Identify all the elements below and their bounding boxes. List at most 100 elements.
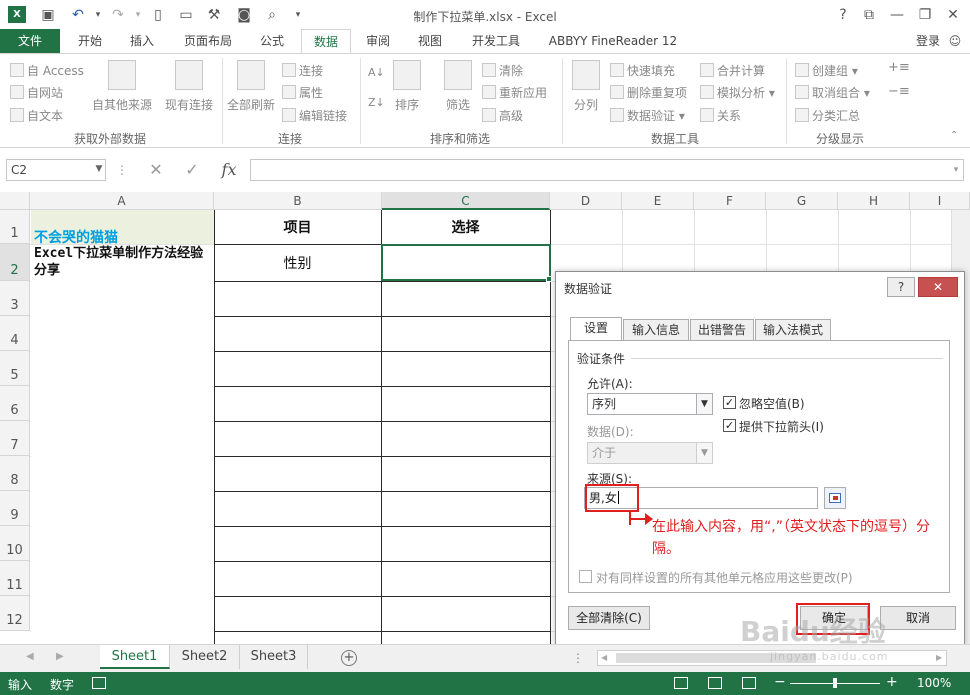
- dropdown-checkbox[interactable]: ✓: [723, 419, 736, 432]
- column-header[interactable]: C: [382, 192, 550, 210]
- cancel-entry-icon[interactable]: ✕: [145, 160, 167, 180]
- sort-descending-icon[interactable]: Z↓: [368, 96, 385, 109]
- connections-button[interactable]: 连接: [282, 62, 323, 79]
- flash-fill-button[interactable]: 快速填充: [610, 62, 675, 79]
- normal-view-icon[interactable]: [674, 677, 688, 689]
- tab-home[interactable]: 开始: [70, 29, 110, 53]
- apply-all-checkbox[interactable]: [579, 570, 592, 583]
- properties-button[interactable]: 属性: [282, 84, 323, 101]
- ungroup-button[interactable]: 取消组合 ▾: [795, 84, 870, 101]
- dialog-help-button[interactable]: ?: [887, 277, 915, 297]
- sheet-tab-sheet2[interactable]: Sheet2: [170, 645, 240, 669]
- tab-view[interactable]: 视图: [410, 29, 450, 53]
- sheet-tab-sheet1[interactable]: Sheet1: [100, 645, 170, 669]
- fill-handle[interactable]: [546, 276, 552, 282]
- redo-icon[interactable]: ↷: [108, 5, 128, 25]
- prev-sheet-icon[interactable]: ◀: [26, 651, 34, 662]
- relationships-button[interactable]: 关系: [700, 107, 741, 124]
- subtotal-button[interactable]: 分类汇总: [795, 107, 860, 124]
- name-box-dropdown-icon[interactable]: ▼: [92, 159, 106, 181]
- customize-toolbar-icon[interactable]: ▾: [288, 5, 308, 25]
- tab-input-message[interactable]: 输入信息: [623, 319, 689, 341]
- close-icon[interactable]: ✕: [942, 4, 964, 26]
- tab-abbyy[interactable]: ABBYY FineReader 12: [543, 29, 683, 53]
- dialog-close-button[interactable]: ✕: [918, 277, 958, 297]
- undo-icon[interactable]: ↶: [68, 5, 88, 25]
- ribbon-display-icon[interactable]: ⧉: [858, 4, 880, 26]
- filter-button[interactable]: 筛选: [440, 60, 476, 113]
- ignore-blank-checkbox[interactable]: ✓: [723, 396, 736, 409]
- macro-record-icon[interactable]: [92, 677, 106, 689]
- refresh-all-button[interactable]: 全部刷新: [226, 60, 276, 113]
- row-header[interactable]: 8: [0, 456, 30, 491]
- column-header[interactable]: I: [910, 192, 970, 210]
- minimize-icon[interactable]: —: [886, 4, 908, 26]
- from-text-button[interactable]: 自文本: [10, 107, 63, 124]
- zoom-slider-thumb[interactable]: [833, 678, 837, 688]
- print-preview-icon[interactable]: ⌕: [262, 5, 282, 25]
- active-cell-c2[interactable]: [381, 244, 551, 281]
- select-all-corner[interactable]: [0, 192, 30, 210]
- column-header[interactable]: E: [622, 192, 694, 210]
- data-select[interactable]: 介于 ▼: [587, 442, 713, 464]
- tools-icon[interactable]: ⚒: [204, 5, 224, 25]
- tab-insert[interactable]: 插入: [122, 29, 162, 53]
- cell-b2[interactable]: 性别: [214, 253, 381, 273]
- cell-c1[interactable]: 选择: [381, 217, 550, 237]
- insert-function-icon[interactable]: fx: [216, 160, 242, 180]
- row-header[interactable]: 5: [0, 351, 30, 386]
- row-header[interactable]: 11: [0, 561, 30, 596]
- help-button[interactable]: ?: [832, 4, 854, 26]
- cell-a2[interactable]: Excel下拉菜单制作方法经验分享: [34, 245, 212, 279]
- sheet-tab-sheet3[interactable]: Sheet3: [240, 645, 308, 669]
- user-icon[interactable]: ☺: [944, 30, 966, 52]
- row-header[interactable]: 4: [0, 316, 30, 351]
- clear-all-button[interactable]: 全部清除(C): [568, 606, 650, 630]
- from-access-button[interactable]: 自 Access: [10, 62, 84, 79]
- confirm-entry-icon[interactable]: ✓: [181, 160, 203, 180]
- undo-dropdown-icon[interactable]: ▾: [88, 5, 108, 25]
- column-header[interactable]: A: [30, 192, 214, 210]
- column-header[interactable]: H: [838, 192, 910, 210]
- row-header[interactable]: 9: [0, 491, 30, 526]
- row-header[interactable]: 6: [0, 386, 30, 421]
- row-header[interactable]: 1: [0, 210, 30, 244]
- camera-icon[interactable]: ◙: [234, 5, 254, 25]
- tab-settings[interactable]: 设置: [570, 317, 622, 341]
- existing-connections-button[interactable]: 现有连接: [160, 60, 218, 113]
- from-web-button[interactable]: 自网站: [10, 84, 63, 101]
- zoom-out-icon[interactable]: −: [774, 674, 786, 690]
- column-header[interactable]: F: [694, 192, 766, 210]
- edit-links-button[interactable]: 编辑链接: [282, 107, 347, 124]
- collapse-ribbon-icon[interactable]: ⌃: [950, 130, 958, 141]
- name-box[interactable]: C2: [6, 159, 106, 181]
- row-header[interactable]: 2: [0, 244, 30, 281]
- remove-duplicates-button[interactable]: 删除重复项: [610, 84, 687, 101]
- tab-developer[interactable]: 开发工具: [464, 29, 528, 53]
- clear-filter-button[interactable]: 清除: [482, 62, 523, 79]
- expand-formula-bar-icon[interactable]: ▾: [950, 160, 962, 180]
- column-header[interactable]: D: [550, 192, 622, 210]
- tab-review[interactable]: 审阅: [358, 29, 398, 53]
- hide-detail-icon[interactable]: −≡: [888, 84, 910, 99]
- row-header[interactable]: 3: [0, 281, 30, 316]
- sort-ascending-icon[interactable]: A↓: [368, 66, 385, 79]
- column-header[interactable]: G: [766, 192, 838, 210]
- new-file-icon[interactable]: ▯: [148, 5, 168, 25]
- page-break-view-icon[interactable]: [742, 677, 756, 689]
- what-if-analysis-button[interactable]: 模拟分析 ▾: [700, 84, 775, 101]
- row-header[interactable]: 10: [0, 526, 30, 561]
- redo-dropdown-icon[interactable]: ▾: [128, 5, 148, 25]
- login-link[interactable]: 登录: [916, 29, 940, 53]
- reapply-button[interactable]: 重新应用: [482, 84, 547, 101]
- column-header[interactable]: B: [214, 192, 382, 210]
- tab-split-icon[interactable]: ⋮: [572, 651, 584, 665]
- consolidate-button[interactable]: 合并计算: [700, 62, 765, 79]
- row-header[interactable]: 12: [0, 596, 30, 631]
- range-picker-button[interactable]: [824, 487, 846, 509]
- from-other-sources-button[interactable]: 自其他来源: [92, 60, 152, 113]
- page-layout-view-icon[interactable]: [708, 677, 722, 689]
- sort-button[interactable]: 排序: [390, 60, 424, 113]
- save-icon[interactable]: ▣: [38, 5, 58, 25]
- tab-page-layout[interactable]: 页面布局: [176, 29, 240, 53]
